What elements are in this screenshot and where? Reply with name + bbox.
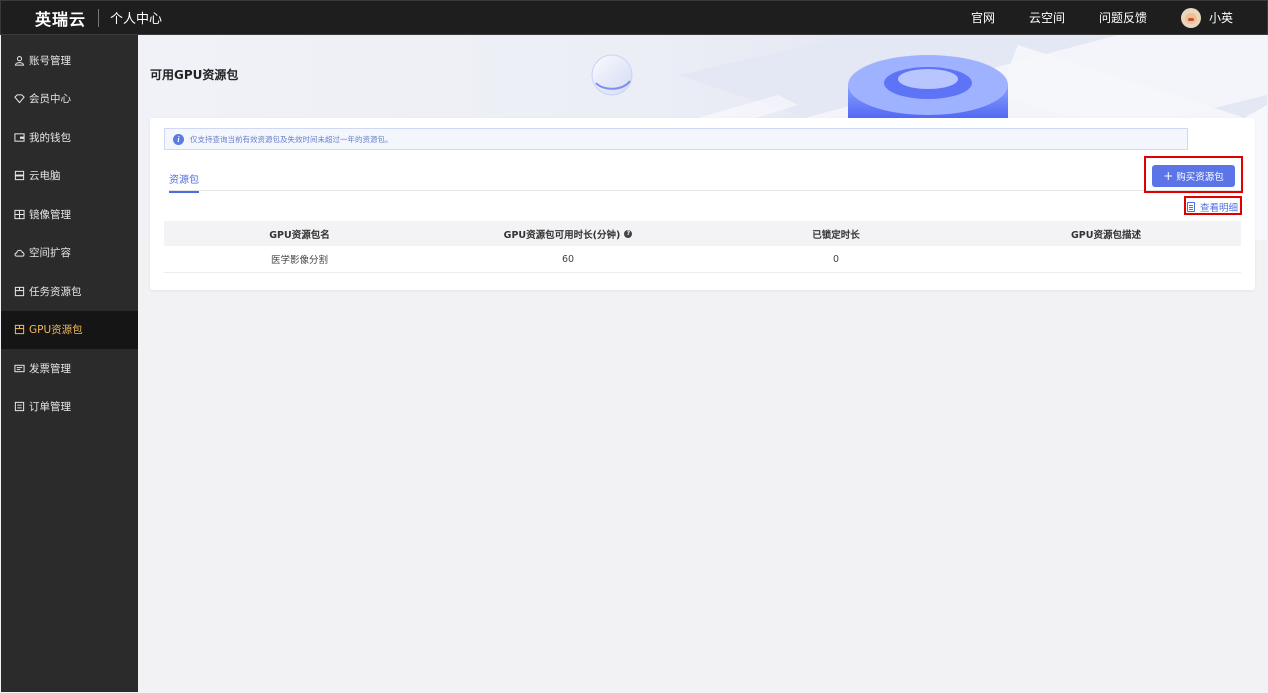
column-header: 已锁定时长 bbox=[812, 229, 860, 241]
table-cell: 0 bbox=[832, 253, 840, 265]
tab-resource-package[interactable]: 资源包 bbox=[169, 171, 199, 193]
resource-card: i 仅支持查询当前有效资源包及失效时间未超过一年的资源包。 资源包 + 购买资源… bbox=[150, 118, 1255, 290]
sidebar-item-label: 账号管理 bbox=[29, 54, 71, 67]
sidebar-item-label: 会员中心 bbox=[29, 93, 71, 106]
column-header: GPU资源包描述 bbox=[1071, 229, 1141, 241]
user-menu[interactable]: 小英 bbox=[1180, 7, 1233, 28]
user-name: 小英 bbox=[1208, 11, 1233, 25]
sidebar-item-cloud-pc[interactable]: 云电脑 bbox=[1, 157, 138, 196]
page-subtitle: 个人中心 bbox=[110, 12, 163, 27]
table-row: 医学影像分割 60 0 bbox=[164, 246, 1241, 273]
sidebar-item-image-management[interactable]: 镜像管理 bbox=[1, 195, 138, 234]
table-cell: 医学影像分割 bbox=[270, 255, 328, 266]
buy-package-label: 购买资源包 bbox=[1176, 172, 1224, 183]
diamond-icon bbox=[14, 93, 25, 104]
table-cell: 60 bbox=[561, 253, 575, 265]
sidebar-item-label: 发票管理 bbox=[29, 362, 71, 375]
notice-text: 仅支持查询当前有效资源包及失效时间未超过一年的资源包。 bbox=[190, 134, 393, 144]
sidebar-item-wallet[interactable]: 我的钱包 bbox=[1, 118, 138, 157]
server-icon bbox=[14, 170, 25, 181]
info-icon: i bbox=[173, 133, 184, 145]
tab-bar: 资源包 bbox=[169, 171, 1241, 193]
sidebar-item-label: 云电脑 bbox=[29, 170, 61, 183]
brand-logo[interactable]: 英瑞云 bbox=[35, 6, 86, 30]
view-details-link[interactable]: 查看明细 bbox=[1187, 200, 1238, 214]
sidebar-item-label: 任务资源包 bbox=[29, 285, 82, 298]
sidebar: 账号管理 会员中心 我的钱包 云电脑 镜像管理 空间扩容 任务资源包 GPU资源… bbox=[1, 35, 138, 692]
document-icon bbox=[1187, 202, 1195, 212]
sidebar-item-label: 镜像管理 bbox=[29, 208, 71, 221]
main-content: 可用GPU资源包 i 仅支持查询当前有效资源包及失效时间未超过一年的资源包。 资… bbox=[138, 35, 1267, 692]
column-header-label: GPU资源包可用时长(分钟) bbox=[503, 229, 621, 241]
cloud-icon bbox=[14, 247, 25, 258]
column-header: GPU资源包可用时长(分钟) ? bbox=[435, 227, 701, 241]
column-header: GPU资源包名 bbox=[269, 229, 330, 241]
top-bar: 英瑞云 个人中心 官网 云空间 问题反馈 小英 bbox=[0, 0, 1268, 35]
sidebar-item-account[interactable]: 账号管理 bbox=[1, 41, 138, 80]
sidebar-item-task-package[interactable]: 任务资源包 bbox=[1, 272, 138, 311]
gpu-package-table: GPU资源包名 GPU资源包可用时长(分钟) ? 已锁定时长 GPU资源包描述 … bbox=[164, 221, 1241, 273]
nav-cloud-space[interactable]: 云空间 bbox=[1029, 9, 1065, 26]
package-icon bbox=[14, 324, 25, 335]
list-icon bbox=[14, 401, 25, 412]
help-icon[interactable]: ? bbox=[624, 229, 633, 238]
package-icon bbox=[14, 286, 25, 297]
image-icon bbox=[14, 209, 25, 220]
plus-icon: + bbox=[1163, 169, 1174, 183]
view-details-label: 查看明细 bbox=[1200, 203, 1239, 214]
sidebar-item-label: 订单管理 bbox=[29, 401, 71, 414]
sidebar-item-label: 我的钱包 bbox=[29, 131, 71, 144]
sidebar-item-orders[interactable]: 订单管理 bbox=[1, 388, 138, 427]
nav-official-site[interactable]: 官网 bbox=[971, 9, 995, 26]
page-title: 可用GPU资源包 bbox=[150, 68, 239, 82]
sidebar-item-storage-expansion[interactable]: 空间扩容 bbox=[1, 234, 138, 273]
table-header: GPU资源包名 GPU资源包可用时长(分钟) ? 已锁定时长 GPU资源包描述 bbox=[164, 221, 1241, 246]
avatar bbox=[1180, 7, 1201, 28]
buy-package-button[interactable]: + 购买资源包 bbox=[1152, 165, 1235, 187]
nav-feedback[interactable]: 问题反馈 bbox=[1099, 9, 1147, 26]
brand-divider bbox=[98, 8, 100, 27]
wallet-icon bbox=[14, 132, 25, 143]
sidebar-item-label: 空间扩容 bbox=[29, 247, 71, 260]
user-icon bbox=[14, 55, 25, 66]
top-nav: 官网 云空间 问题反馈 小英 bbox=[971, 1, 1233, 34]
sidebar-item-membership[interactable]: 会员中心 bbox=[1, 80, 138, 119]
sidebar-item-label: GPU资源包 bbox=[29, 324, 83, 337]
sidebar-item-gpu-package[interactable]: GPU资源包 bbox=[1, 310, 138, 349]
info-notice: i 仅支持查询当前有效资源包及失效时间未超过一年的资源包。 bbox=[164, 128, 1188, 150]
sidebar-item-invoice[interactable]: 发票管理 bbox=[1, 349, 138, 388]
ticket-icon bbox=[14, 363, 25, 374]
